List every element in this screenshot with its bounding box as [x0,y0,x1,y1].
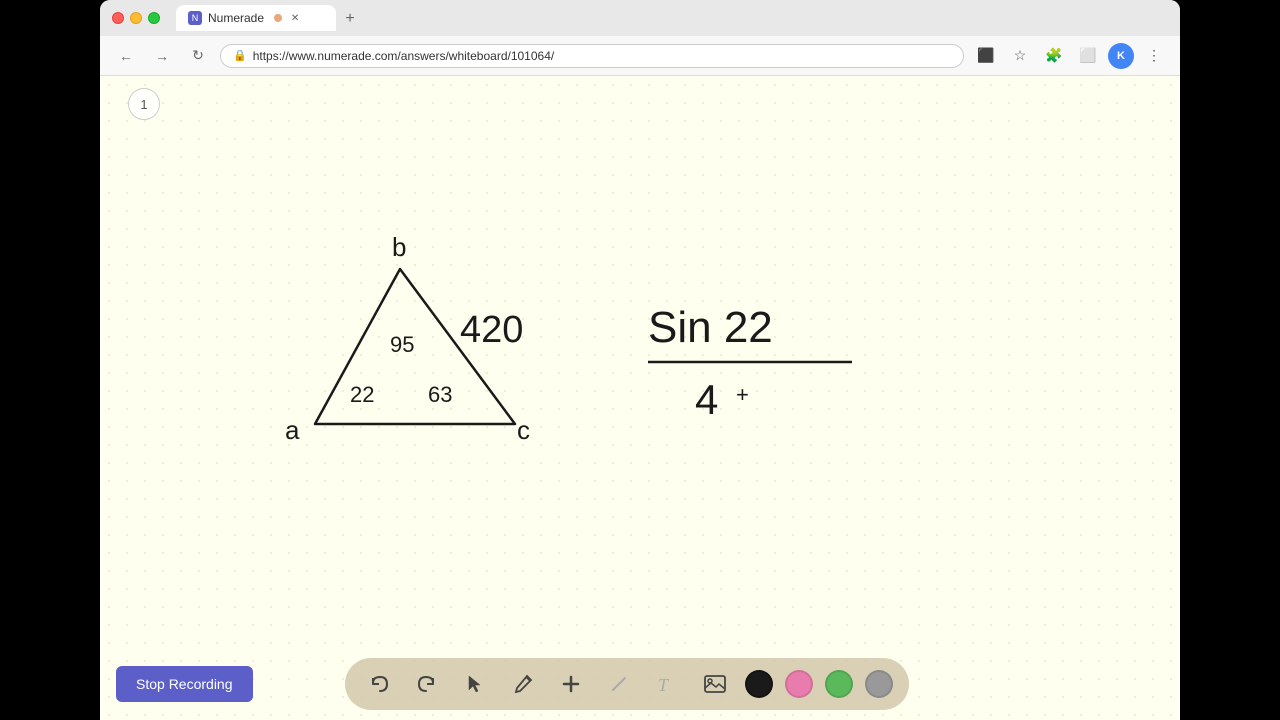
url-text: https://www.numerade.com/answers/whitebo… [253,49,555,63]
page-indicator[interactable]: 1 [128,88,160,120]
svg-text:4: 4 [695,376,718,423]
image-tool-button[interactable] [697,666,733,702]
color-pink-swatch[interactable] [785,670,813,698]
forward-button[interactable]: → [148,42,176,70]
maximize-button[interactable] [148,12,160,24]
active-tab[interactable]: N Numerade ✕ [176,5,336,31]
text-tool-button[interactable]: T [649,666,685,702]
svg-text:22: 22 [350,382,374,407]
add-tool-button[interactable] [553,666,589,702]
minimize-button[interactable] [130,12,142,24]
close-button[interactable] [112,12,124,24]
svg-text:+: + [736,382,749,407]
color-green-swatch[interactable] [825,670,853,698]
profile-icon[interactable]: K [1108,43,1134,69]
svg-text:T: T [658,675,670,694]
browser-window: N Numerade ✕ + ← → ↻ 🔒 https://www.numer… [100,0,1180,720]
svg-text:c: c [517,415,530,445]
extension-icon[interactable]: 🧩 [1040,42,1068,70]
svg-text:420: 420 [460,309,523,351]
whiteboard-content: 1 b a c 95 22 63 420 Sin 22 4 + [100,76,1180,720]
profile-menu-icon[interactable]: ⬜ [1074,42,1102,70]
tab-label: Numerade [208,11,264,25]
traffic-lights [112,12,160,24]
tab-favicon: N [188,11,202,25]
stop-recording-button[interactable]: Stop Recording [116,666,253,702]
svg-text:a: a [285,415,300,445]
eraser-tool-button[interactable] [601,666,637,702]
address-bar: ← → ↻ 🔒 https://www.numerade.com/answers… [100,36,1180,76]
svg-text:95: 95 [390,332,414,357]
new-tab-button[interactable]: + [338,7,362,31]
tab-close-button[interactable]: ✕ [288,11,302,25]
color-gray-swatch[interactable] [865,670,893,698]
page-number: 1 [140,97,147,112]
url-bar[interactable]: 🔒 https://www.numerade.com/answers/white… [220,44,964,68]
more-menu-icon[interactable]: ⋮ [1140,42,1168,70]
color-black-swatch[interactable] [745,670,773,698]
pencil-tool-button[interactable] [505,666,541,702]
tab-bar: N Numerade ✕ + [176,5,1168,31]
whiteboard-drawing: b a c 95 22 63 420 Sin 22 4 + [100,76,1180,720]
back-button[interactable]: ← [112,42,140,70]
svg-text:63: 63 [428,382,452,407]
svg-text:b: b [392,232,406,262]
tab-recording-dot [274,14,282,22]
tool-palette: T [345,658,909,710]
lock-icon: 🔒 [233,49,247,62]
svg-text:Sin 22: Sin 22 [648,303,773,352]
bottom-toolbar: Stop Recording [100,648,1180,720]
select-tool-button[interactable] [457,666,493,702]
cast-icon[interactable]: ⬛ [972,42,1000,70]
redo-button[interactable] [409,666,445,702]
browser-toolbar-icons: ⬛ ☆ 🧩 ⬜ K ⋮ [972,42,1168,70]
undo-button[interactable] [361,666,397,702]
star-icon[interactable]: ☆ [1006,42,1034,70]
title-bar: N Numerade ✕ + [100,0,1180,36]
reload-button[interactable]: ↻ [184,42,212,70]
